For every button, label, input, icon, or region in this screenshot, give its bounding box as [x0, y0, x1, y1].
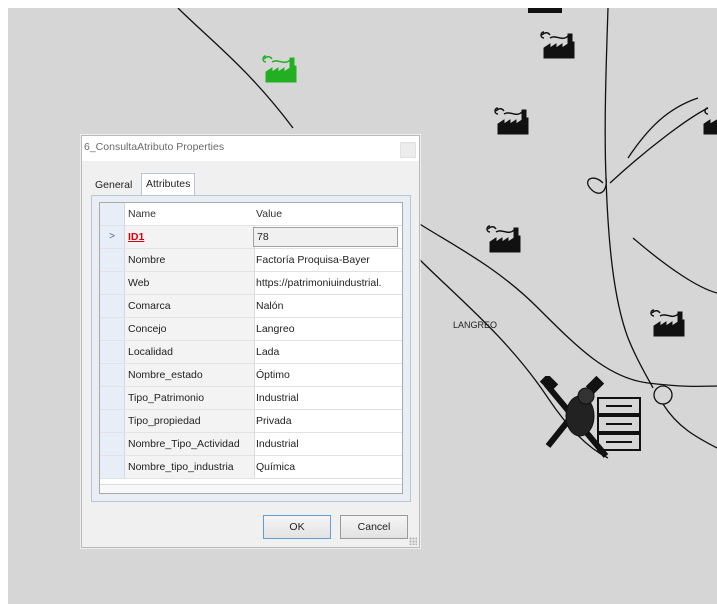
tab-general[interactable]: General [91, 175, 136, 196]
row-selector[interactable] [100, 272, 125, 294]
table-row[interactable]: Nombre_estado Óptimo [100, 364, 402, 387]
row-selector[interactable] [100, 456, 125, 478]
attribute-value[interactable]: Lada [253, 341, 402, 363]
factory-icon[interactable] [492, 104, 536, 138]
road-line [662, 403, 717, 449]
close-icon[interactable] [400, 142, 416, 158]
cancel-button[interactable]: Cancel [340, 515, 408, 539]
row-selector[interactable] [100, 387, 125, 409]
road-line [605, 177, 654, 389]
grid-header-row: Name Value [100, 203, 402, 226]
attribute-name: Tipo_Patrimonio [125, 387, 255, 409]
ok-button[interactable]: OK [263, 515, 331, 539]
table-row[interactable]: Tipo_propiedad Privada [100, 410, 402, 433]
road-line [587, 8, 609, 194]
factory-icon-selected[interactable] [260, 52, 304, 86]
table-row[interactable]: Nombre Factoría Proquisa-Bayer [100, 249, 402, 272]
factory-icon[interactable] [538, 28, 582, 62]
attribute-name: Concejo [125, 318, 255, 340]
resize-grip-icon[interactable] [409, 537, 417, 545]
table-row[interactable]: Web https://patrimoniuindustrial. [100, 272, 402, 295]
table-row[interactable]: Nombre_Tipo_Actividad Industrial [100, 433, 402, 456]
attribute-value[interactable]: Óptimo [253, 364, 402, 386]
attribute-name: Comarca [125, 295, 255, 317]
dialog-title: 6_ConsultaAtributo Properties [84, 141, 225, 153]
row-selector[interactable] [100, 295, 125, 317]
tab-strip: General Attributes [91, 173, 411, 195]
tab-attributes[interactable]: Attributes [141, 173, 196, 195]
properties-dialog: 6_ConsultaAtributo Properties General At… [81, 135, 420, 548]
table-row[interactable]: Tipo_Patrimonio Industrial [100, 387, 402, 410]
factory-icon[interactable] [648, 306, 692, 340]
mining-heritage-icon[interactable] [536, 376, 646, 468]
attribute-value[interactable]: Privada [253, 410, 402, 432]
attribute-name: Localidad [125, 341, 255, 363]
row-selector[interactable] [100, 341, 125, 363]
attribute-name: Web [125, 272, 255, 294]
attribute-value[interactable]: https://patrimoniuindustrial. [253, 272, 402, 294]
road-line [627, 97, 699, 159]
attribute-value[interactable]: Industrial [253, 387, 402, 409]
attribute-name: Nombre_Tipo_Actividad [125, 433, 255, 455]
attribute-value[interactable]: Industrial [253, 433, 402, 455]
attribute-name: ID1 [125, 226, 255, 248]
attribute-value[interactable]: Langreo [253, 318, 402, 340]
attribute-name: Nombre [125, 249, 255, 271]
attribute-value[interactable]: Nalón [253, 295, 402, 317]
attribute-value[interactable]: Química [253, 456, 402, 478]
factory-icon-partial[interactable] [698, 104, 717, 138]
road-line [609, 107, 709, 184]
row-selector[interactable] [100, 433, 125, 455]
dialog-title-bar[interactable]: 6_ConsultaAtributo Properties [82, 136, 419, 161]
factory-icon-partial[interactable] [526, 8, 566, 14]
row-selector[interactable] [100, 364, 125, 386]
attributes-panel: Name Value > ID1 78 Nombre Factoría Proq… [91, 195, 411, 502]
attribute-name-id: ID1 [128, 231, 145, 243]
column-header-value[interactable]: Value [253, 203, 402, 225]
attributes-grid: Name Value > ID1 78 Nombre Factoría Proq… [99, 202, 403, 494]
attribute-name: Tipo_propiedad [125, 410, 255, 432]
table-row[interactable]: Localidad Lada [100, 341, 402, 364]
factory-icon[interactable] [484, 222, 528, 256]
column-header-name[interactable]: Name [125, 203, 255, 225]
row-header-corner [100, 203, 125, 225]
table-row[interactable]: Concejo Langreo [100, 318, 402, 341]
attribute-value-input[interactable]: 78 [253, 227, 398, 247]
row-selector[interactable] [100, 410, 125, 432]
attribute-value[interactable]: Factoría Proquisa-Bayer [253, 249, 402, 271]
attribute-name: Nombre_tipo_industria [125, 456, 255, 478]
road-line [632, 237, 717, 294]
table-row[interactable]: Nombre_tipo_industria Química [100, 456, 402, 479]
roundabout [653, 385, 673, 405]
table-row[interactable]: Comarca Nalón [100, 295, 402, 318]
row-selector[interactable] [100, 318, 125, 340]
attribute-name: Nombre_estado [125, 364, 255, 386]
table-row[interactable]: > ID1 78 [100, 226, 402, 249]
row-selector[interactable] [100, 249, 125, 271]
grid-scroll-area [100, 484, 402, 493]
place-label-langreo: LANGREO [453, 320, 498, 330]
row-selector[interactable]: > [100, 226, 125, 248]
road-line [417, 222, 717, 388]
